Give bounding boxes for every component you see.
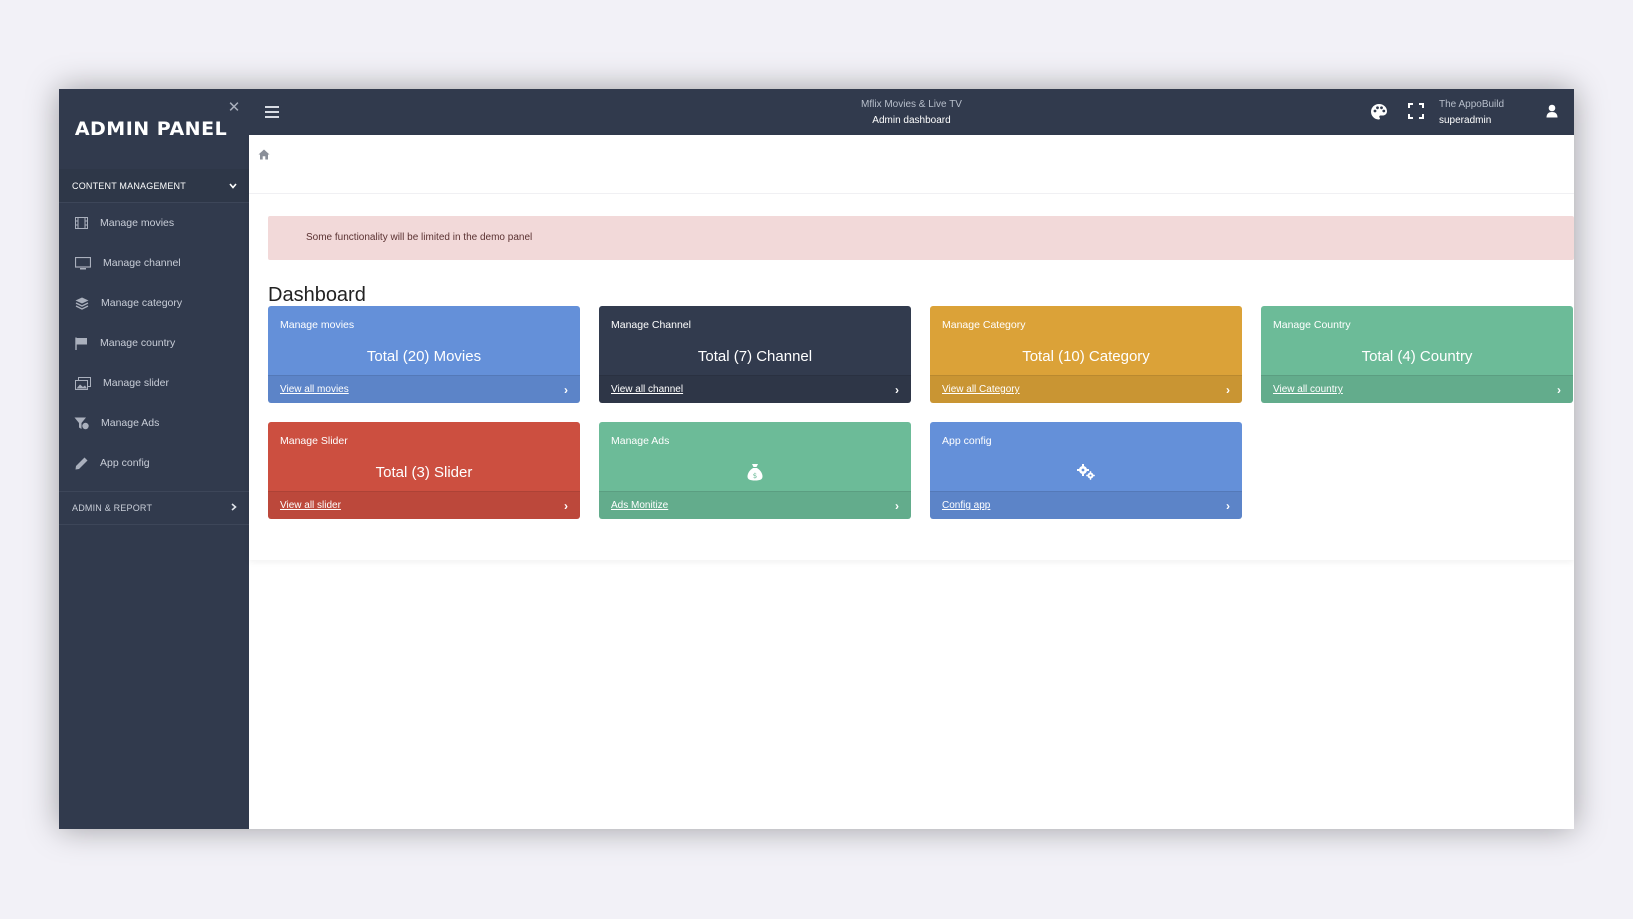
view-all-slider-link[interactable]: View all slider ›: [268, 491, 580, 519]
chevron-right-icon: ›: [895, 382, 899, 397]
sidebar-item-country[interactable]: Manage country: [59, 323, 249, 363]
section-admin-report[interactable]: ADMIN & REPORT: [59, 491, 249, 525]
card-title: Manage movies: [280, 319, 355, 331]
view-all-movies-link[interactable]: View all movies ›: [268, 375, 580, 403]
sidebar-item-label: Manage country: [100, 337, 176, 349]
view-all-channel-link[interactable]: View all channel ›: [599, 375, 911, 403]
sidebar-item-label: Manage slider: [103, 377, 169, 389]
card-link-label: View all slider: [280, 500, 341, 511]
layers-icon: [72, 296, 91, 310]
fullscreen-icon[interactable]: [1408, 103, 1426, 121]
close-sidebar-button[interactable]: ✕: [227, 100, 241, 115]
view-all-category-link[interactable]: View all Category ›: [930, 375, 1242, 403]
chevron-down-icon: [229, 181, 237, 191]
view-all-country-link[interactable]: View all country ›: [1261, 375, 1573, 403]
chevron-right-icon: ›: [564, 382, 568, 397]
sidebar-item-label: Manage channel: [103, 257, 181, 269]
monitor-icon: [72, 256, 93, 270]
section-label: ADMIN & REPORT: [72, 503, 153, 513]
palette-icon[interactable]: [1370, 103, 1388, 121]
card-link-label: View all channel: [611, 384, 684, 395]
card-title: Manage Category: [942, 319, 1026, 331]
sidebar-item-app-config[interactable]: App config: [59, 443, 249, 483]
brand-logo-text: ADMIN PANEL: [74, 118, 228, 140]
film-icon: [72, 216, 90, 230]
content-panel: Some functionality will be limited in th…: [249, 135, 1574, 560]
section-content-management[interactable]: CONTENT MANAGEMENT: [59, 169, 249, 203]
user-org: The AppoBuild: [1439, 99, 1505, 110]
card-title: Manage Country: [1273, 319, 1351, 331]
card-total: Total (10) Category: [1022, 348, 1150, 365]
chevron-right-icon: ›: [1226, 498, 1230, 513]
card-total: Total (20) Movies: [366, 348, 482, 365]
chevron-right-icon: ›: [1557, 382, 1561, 397]
card-country: Manage Country Total (4) Country View al…: [1261, 306, 1573, 403]
card-title: Manage Slider: [280, 435, 348, 447]
sidebar-item-label: Manage movies: [100, 217, 175, 229]
admin-window: ADMIN PANEL ✕ CONTENT MANAGEMENT Manage …: [59, 89, 1574, 829]
breadcrumb-divider: [249, 193, 1574, 194]
sidebar-item-movies[interactable]: Manage movies: [59, 203, 249, 243]
card-total: Total (3) Slider: [375, 464, 473, 481]
card-title: Manage Channel: [611, 319, 691, 331]
user-icon[interactable]: [1546, 104, 1564, 122]
demo-alert: Some functionality will be limited in th…: [268, 216, 1574, 260]
section-label: CONTENT MANAGEMENT: [72, 180, 186, 191]
brand: ADMIN PANEL: [59, 89, 249, 169]
card-link-label: View all Category: [942, 384, 1020, 395]
chevron-right-icon: [231, 503, 237, 513]
chevron-right-icon: ›: [564, 498, 568, 513]
sidebar-item-label: Manage category: [101, 297, 183, 309]
card-total: Total (4) Country: [1361, 348, 1473, 365]
sidebar-item-slider[interactable]: Manage slider: [59, 363, 249, 403]
sidebar-item-label: App config: [100, 457, 150, 469]
main-content: Some functionality will be limited in th…: [249, 135, 1574, 829]
card-total: Total (7) Channel: [697, 348, 813, 365]
user-info[interactable]: The AppoBuild superadmin: [1439, 99, 1504, 126]
card-movies: Manage movies Total (20) Movies View all…: [268, 306, 580, 403]
card-title: Manage Ads: [611, 435, 670, 447]
card-link-label: View all movies: [280, 384, 349, 395]
chevron-right-icon: ›: [895, 498, 899, 513]
pencil-icon: [72, 456, 90, 470]
top-bar: Mflix Movies & Live TV Admin dashboard T…: [249, 89, 1574, 135]
flag-icon: [72, 336, 90, 350]
card-ads: Manage Ads $ Ads Monitize ›: [599, 422, 911, 519]
card-link-label: Config app: [942, 500, 991, 511]
page-title: Dashboard: [268, 284, 366, 306]
sidebar-item-label: Manage Ads: [101, 417, 160, 429]
config-app-link[interactable]: Config app ›: [930, 491, 1242, 519]
card-channel: Manage Channel Total (7) Channel View al…: [599, 306, 911, 403]
card-link-label: Ads Monitize: [611, 500, 669, 511]
funnel-dollar-icon: [72, 416, 91, 430]
card-title: App config: [942, 435, 992, 447]
home-icon[interactable]: [258, 147, 270, 160]
alert-text: Some functionality will be limited in th…: [306, 232, 533, 243]
sidebar: ADMIN PANEL ✕ CONTENT MANAGEMENT Manage …: [59, 89, 249, 829]
ads-monitize-link[interactable]: Ads Monitize ›: [599, 491, 911, 519]
gears-icon: [1076, 463, 1096, 481]
card-slider: Manage Slider Total (3) Slider View all …: [268, 422, 580, 519]
user-name: superadmin: [1439, 115, 1492, 126]
chevron-right-icon: ›: [1226, 382, 1230, 397]
card-link-label: View all country: [1273, 384, 1343, 395]
money-bag-icon: $: [745, 463, 765, 481]
card-app-config: App config Config app ›: [930, 422, 1242, 519]
sidebar-item-category[interactable]: Manage category: [59, 283, 249, 323]
card-category: Manage Category Total (10) Category View…: [930, 306, 1242, 403]
svg-text:$: $: [753, 472, 757, 480]
sidebar-item-ads[interactable]: Manage Ads: [59, 403, 249, 443]
sidebar-item-channel[interactable]: Manage channel: [59, 243, 249, 283]
images-icon: [72, 376, 93, 390]
